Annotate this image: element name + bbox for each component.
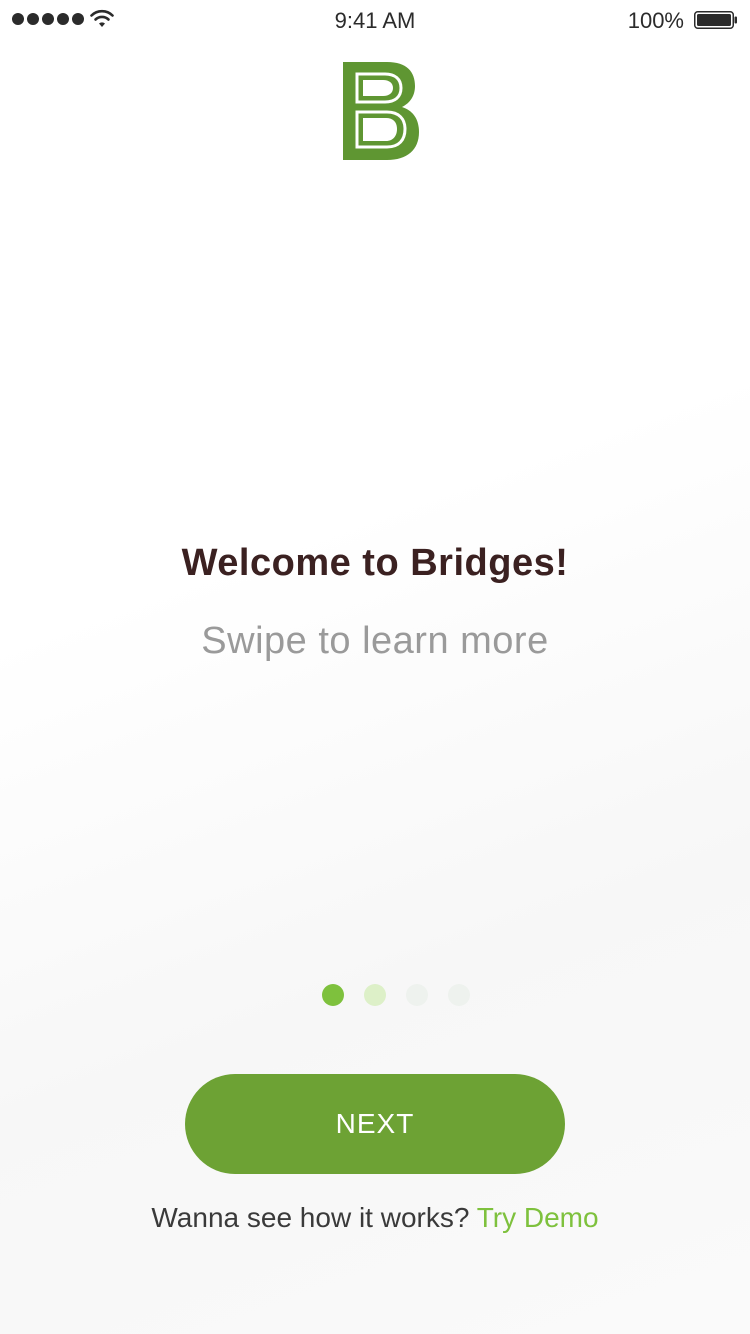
bridges-logo-icon — [343, 62, 419, 160]
welcome-subtitle: Swipe to learn more — [201, 620, 549, 662]
battery-percent: 100% — [627, 8, 684, 33]
page-dot[interactable] — [448, 984, 470, 1006]
next-button[interactable]: NEXT — [185, 1074, 565, 1174]
welcome-title: Welcome to Bridges! — [181, 542, 569, 584]
page-indicator[interactable] — [322, 984, 470, 1006]
page-dot[interactable] — [364, 984, 386, 1006]
page-dot-active[interactable] — [322, 984, 344, 1006]
page-dot[interactable] — [406, 984, 428, 1006]
status-bar: 9:41 AM 100% — [0, 0, 750, 40]
battery-full-icon — [694, 11, 737, 29]
try-demo-link[interactable]: Try Demo — [477, 1202, 599, 1233]
try-demo-prompt: Wanna see how it works? Try Demo — [0, 1202, 750, 1234]
try-demo-prompt-text: Wanna see how it works? — [151, 1202, 470, 1233]
